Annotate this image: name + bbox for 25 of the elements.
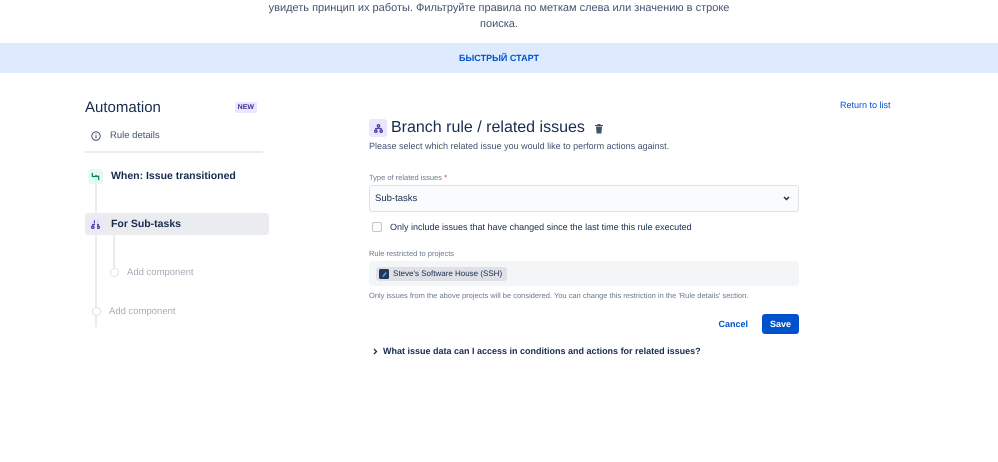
chevron-down-icon: [783, 196, 790, 201]
related-issues-select[interactable]: Sub-tasks: [369, 185, 799, 212]
info-icon: [91, 130, 101, 140]
delete-icon[interactable]: [594, 122, 604, 134]
intro-text: увидеть принцип их работы. Фильтруйте правила по меткам слева или значению в строке: [268, 1, 730, 16]
panel-description: Please select which related issue you would like to perform actions against.: [369, 141, 670, 151]
disclosure-toggle[interactable]: What issue data can I access in conditions and actions for related issues?: [373, 346, 799, 356]
checkbox[interactable]: [372, 222, 382, 232]
quick-start-button[interactable]: БЫСТРЫЙ СТАРТ: [453, 52, 545, 64]
branch-icon: [91, 220, 100, 228]
projects-field[interactable]: Steve's Software House (SSH): [369, 261, 799, 286]
save-button[interactable]: Save: [762, 314, 799, 334]
project-avatar-icon: [379, 268, 389, 278]
branch-rule-icon: [374, 124, 382, 132]
project-tag: Steve's Software House (SSH): [376, 266, 508, 280]
panel-title: Branch rule / related issues: [391, 119, 585, 137]
sidebar-title: Automation: [85, 99, 161, 116]
intro-text: поиска.: [480, 17, 518, 32]
chevron-icon: [373, 348, 378, 354]
rule-details-link[interactable]: Rule details: [110, 130, 160, 141]
branch-item[interactable]: For Sub-tasks: [85, 213, 269, 235]
cancel-button[interactable]: Cancel: [710, 314, 756, 334]
checkbox-label: Only include issues that have changed since the last time this rule executed: [390, 222, 692, 232]
return-to-list-link[interactable]: Return to list: [840, 100, 891, 112]
transition-arrow-icon: [91, 172, 100, 180]
